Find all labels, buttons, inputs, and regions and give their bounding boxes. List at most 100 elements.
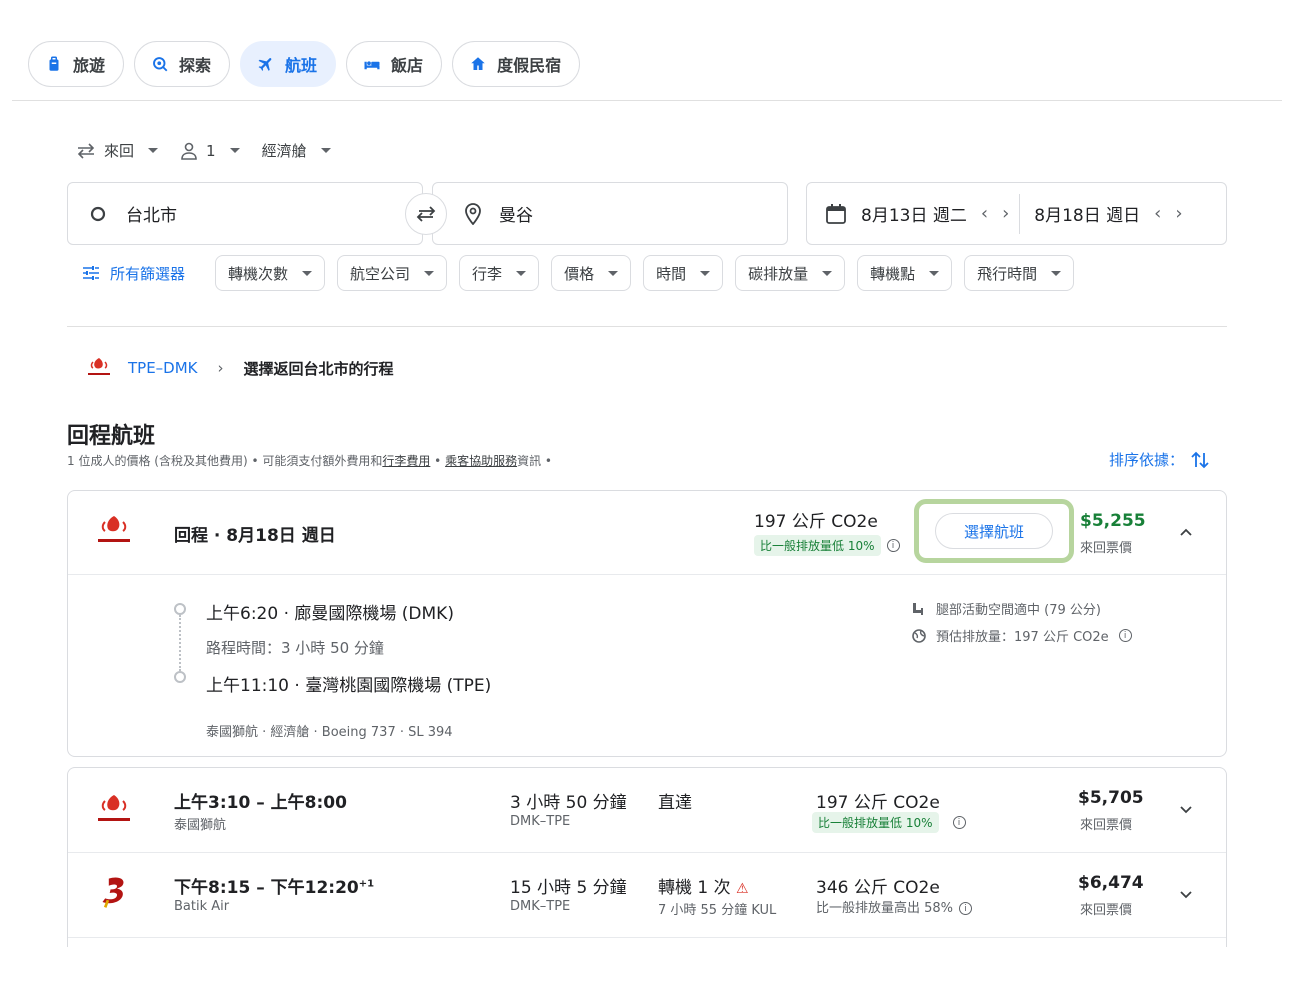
nav-vacation-rentals-label: 度假民宿 xyxy=(497,56,562,75)
chevron-down-icon xyxy=(929,270,940,276)
chevron-down-icon[interactable] xyxy=(1179,803,1193,817)
breadcrumb: TPE–DMK › 選擇返回台北市的行程 xyxy=(84,356,394,380)
assistance-link[interactable]: 乘客協助服務 xyxy=(445,454,517,468)
batik-air-logo-icon xyxy=(102,877,124,908)
origin-field[interactable]: 台北市 xyxy=(67,182,423,245)
selected-flight-header[interactable]: 回程 · 8月18日 週日 197 公斤 CO2e 比一般排放量低 10% i 選… xyxy=(68,491,1226,575)
person-icon xyxy=(181,142,197,160)
origin-circle-icon xyxy=(90,206,106,221)
flight-price: $6,474 xyxy=(1078,873,1144,893)
dates-field: 8月13日 週二 ‹ › 8月18日 週日 ‹ › xyxy=(806,182,1227,245)
filter-emissions[interactable]: 碳排放量 xyxy=(735,255,846,291)
destination-value: 曼谷 xyxy=(499,206,533,226)
nav-explore[interactable]: 探索 xyxy=(134,41,231,87)
globe-icon xyxy=(912,628,926,643)
nav-flights[interactable]: 航班 xyxy=(240,41,337,87)
flight-result-row[interactable]: 下午8:15 – 下午12:20+1 Batik Air 15 小時 5 分鐘 … xyxy=(68,853,1226,938)
nav-vacation-rentals[interactable]: 度假民宿 xyxy=(452,41,581,87)
breadcrumb-route-link[interactable]: TPE–DMK xyxy=(128,359,198,377)
legroom-text: 腿部活動空間適中 (79 公分) xyxy=(936,603,1101,618)
bag-fees-link[interactable]: 行李費用 xyxy=(382,454,430,468)
subtitle-text-b: • xyxy=(430,454,446,468)
filter-airlines-label: 航空公司 xyxy=(350,264,411,283)
filter-stops-label: 轉機次數 xyxy=(228,264,289,283)
subtitle-text-c: 資訊 • xyxy=(517,454,552,468)
passenger-count: 1 xyxy=(206,141,216,160)
filter-price[interactable]: 價格 xyxy=(551,255,632,291)
filter-times[interactable]: 時間 xyxy=(643,255,724,291)
section-subtitle: 1 位成人的價格 (含稅及其他費用) • 可能須支付額外費用和行李費用 • 乘客… xyxy=(67,452,552,469)
departure-dot xyxy=(174,603,186,615)
select-flight-button[interactable]: 選擇航班 xyxy=(935,513,1053,549)
flight-co2-note: 比一般排放量高出 58% xyxy=(816,901,954,916)
swap-locations-button[interactable] xyxy=(405,193,447,235)
cabin-select[interactable]: 經濟艙 xyxy=(262,140,331,161)
depart-date[interactable]: 8月13日 週二 ‹ › xyxy=(825,183,1009,244)
select-flight-highlight: 選擇航班 xyxy=(914,499,1074,563)
filter-connecting-airports[interactable]: 轉機點 xyxy=(857,255,953,291)
trip-type-select[interactable]: 來回 xyxy=(76,140,159,161)
return-date[interactable]: 8月18日 週日 ‹ › xyxy=(1034,183,1182,244)
chevron-right-icon[interactable]: › xyxy=(1002,203,1009,224)
chevron-down-icon[interactable] xyxy=(1179,888,1193,902)
flight-price-sub: 來回票價 xyxy=(1080,903,1133,918)
nav-explore-label: 探索 xyxy=(179,56,212,75)
flight-price-sub: 來回票價 xyxy=(1080,818,1133,833)
chevron-down-icon xyxy=(424,270,435,276)
flight-co2-note-wrap: 比一般排放量低 10% i xyxy=(812,812,966,833)
cabin-label: 經濟艙 xyxy=(261,142,307,160)
flight-details-footnote: 泰國獅航 · 經濟艙 · Boeing 737 · SL 394 xyxy=(206,725,453,740)
legroom-info: 腿部活動空間適中 (79 公分) xyxy=(912,599,1101,618)
chevron-down-icon xyxy=(320,148,331,153)
filter-bags[interactable]: 行李 xyxy=(459,255,540,291)
filter-bags-label: 行李 xyxy=(472,264,503,283)
flight-co2: 346 公斤 CO2e xyxy=(816,878,940,898)
flight-duration: 3 小時 50 分鐘 xyxy=(510,793,627,813)
chevron-up-icon[interactable] xyxy=(1179,525,1193,539)
flight-result-row[interactable]: 上午3:10 – 上午8:00 泰國獅航 3 小時 50 分鐘 DMK–TPE … xyxy=(68,768,1226,853)
selected-price-sub: 來回票價 xyxy=(1080,541,1133,556)
thai-lion-air-logo-icon xyxy=(98,516,130,542)
chevron-left-icon[interactable]: ‹ xyxy=(981,203,988,224)
next-day-indicator: +1 xyxy=(358,878,375,890)
explore-icon xyxy=(153,57,168,72)
trip-options: 來回 1 經濟艙 xyxy=(76,140,331,161)
flight-times-text: 下午8:15 – 下午12:20 xyxy=(174,878,359,898)
filter-times-label: 時間 xyxy=(656,264,687,283)
chevron-down-icon xyxy=(148,148,159,153)
thai-lion-air-logo-icon xyxy=(98,795,130,821)
chevron-left-icon[interactable]: ‹ xyxy=(1154,203,1161,224)
flight-co2: 197 公斤 CO2e xyxy=(816,793,940,813)
sort-label: 排序依據： xyxy=(1108,451,1184,469)
origin-value: 台北市 xyxy=(126,206,177,226)
breadcrumb-current: 選擇返回台北市的行程 xyxy=(243,359,394,378)
nav-hotels[interactable]: 飯店 xyxy=(346,41,443,87)
filter-duration[interactable]: 飛行時間 xyxy=(964,255,1075,291)
all-filters-button[interactable]: 所有篩選器 xyxy=(82,263,185,284)
nav-travel[interactable]: 旅遊 xyxy=(28,41,125,87)
passenger-select[interactable]: 1 xyxy=(180,142,240,160)
return-date-value: 8月18日 週日 xyxy=(1034,206,1141,226)
info-icon[interactable]: i xyxy=(886,539,900,552)
sort-button[interactable]: 排序依據： xyxy=(1109,449,1210,470)
airline-name: 泰國獅航 xyxy=(174,818,227,833)
calendar-icon xyxy=(826,203,846,224)
depart-date-value: 8月13日 週二 xyxy=(861,206,967,226)
info-icon[interactable]: i xyxy=(952,816,966,829)
info-icon[interactable]: i xyxy=(1118,629,1132,642)
nav-hotels-label: 飯店 xyxy=(391,56,424,75)
info-icon[interactable]: i xyxy=(959,902,973,915)
destination-field[interactable]: 曼谷 xyxy=(432,182,788,245)
chevron-right-icon[interactable]: › xyxy=(1175,203,1182,224)
filter-airlines[interactable]: 航空公司 xyxy=(337,255,448,291)
house-icon xyxy=(471,57,485,70)
flight-times: 下午8:15 – 下午12:20+1 xyxy=(174,873,374,898)
filter-stops[interactable]: 轉機次數 xyxy=(215,255,326,291)
chevron-down-icon xyxy=(700,270,711,276)
date-separator xyxy=(1019,193,1021,234)
top-divider xyxy=(12,100,1282,101)
chevron-down-icon xyxy=(608,270,619,276)
departure-info: 上午6:20 · 廊曼國際機場 (DMK) xyxy=(206,604,454,624)
flight-duration: 15 小時 5 分鐘 xyxy=(510,878,627,898)
chevron-down-icon xyxy=(1051,270,1062,276)
